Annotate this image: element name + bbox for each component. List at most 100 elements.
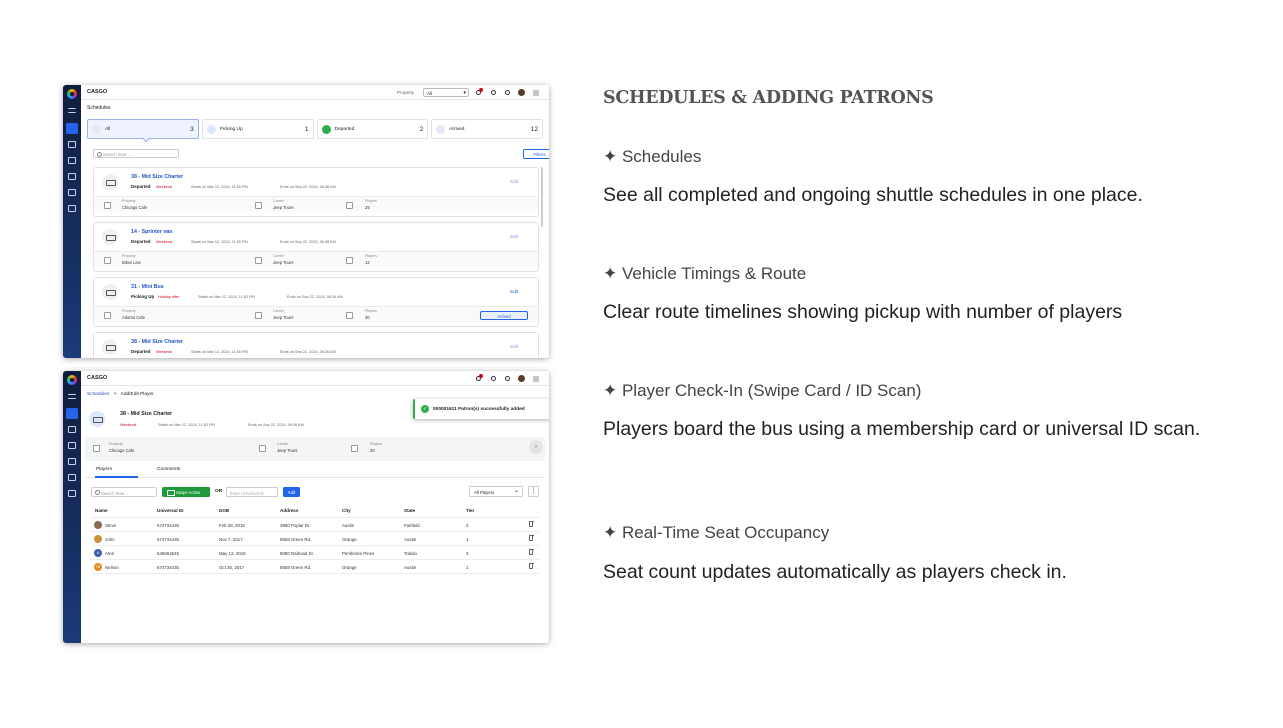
document-nav-icon[interactable]	[68, 157, 76, 164]
toast-message: 000001611 Patron(s) successfully added	[433, 406, 525, 412]
apps-grid-icon[interactable]	[533, 376, 539, 382]
status-card-picking-up[interactable]: Picking Up 1	[201, 119, 314, 139]
schedule-details: Property Chicago Cafe Carrier Jeep Tours…	[94, 196, 538, 212]
end-time: Ends on Sep 22, 2024, 06:36 AM	[287, 294, 343, 299]
edit-button[interactable]: Edit	[510, 234, 518, 239]
users-nav-icon[interactable]	[68, 173, 76, 180]
schedules-nav-icon[interactable]	[66, 408, 78, 419]
user-avatar[interactable]	[518, 88, 525, 96]
export-nav-icon[interactable]	[68, 205, 76, 212]
players-icon	[346, 202, 353, 209]
vehicle-name[interactable]: 38 - Mid Size Charter	[131, 174, 183, 180]
help-icon[interactable]	[491, 376, 496, 381]
players-value: 30	[365, 314, 370, 320]
vehicle-name[interactable]: 38 - Mid Size Charter	[131, 339, 183, 345]
player-avatar	[94, 520, 102, 529]
column-header[interactable]: Universal ID	[157, 508, 184, 513]
column-header[interactable]: State	[404, 508, 415, 513]
app-logo-icon	[67, 89, 77, 99]
column-header[interactable]: DOB	[219, 508, 229, 513]
settings-gear-icon[interactable]	[505, 376, 510, 381]
column-header[interactable]: Tier	[466, 508, 474, 513]
search-input[interactable]: Search here...	[93, 149, 179, 158]
swipe-active-button[interactable]: Swipe Active	[162, 487, 210, 497]
next-arrow-button[interactable]: ›	[529, 440, 543, 454]
start-time: Starts on Mar 12, 2024, 11:50 PM	[198, 294, 255, 299]
vehicle-name[interactable]: 14 - Sprinter van	[131, 229, 173, 235]
apps-grid-icon[interactable]	[533, 90, 539, 96]
player-tier: 3	[466, 550, 469, 556]
report-nav-icon[interactable]	[68, 474, 76, 481]
grid-nav-icon[interactable]	[68, 426, 76, 433]
schedule-tag: Weekend	[156, 184, 172, 189]
property-select[interactable]: All	[423, 88, 469, 97]
players-value: 25	[365, 204, 370, 210]
player-filter-select[interactable]: All Players	[469, 486, 523, 497]
player-dob: May 12, 2019	[219, 550, 246, 556]
status-card-all[interactable]: All 3	[87, 119, 199, 139]
users-nav-icon[interactable]	[68, 458, 76, 465]
filters-button[interactable]: Filters	[523, 149, 549, 159]
van-icon	[102, 229, 118, 245]
detail-label: Property	[122, 199, 136, 203]
app-logo-icon	[67, 375, 77, 385]
user-avatar[interactable]	[518, 374, 525, 382]
table-row[interactable]: TN Nelson 674734435 Oct 30, 2017 8558 Gr…	[91, 560, 539, 574]
status-card-departed[interactable]: Departed 2	[316, 119, 429, 139]
end-time: Ends on Sep 22, 2024, 06:36 AM	[280, 239, 336, 244]
help-icon[interactable]	[491, 90, 496, 95]
tab-players[interactable]: Players	[96, 467, 112, 472]
menu-icon[interactable]	[68, 108, 76, 113]
delete-trash-icon[interactable]	[528, 562, 534, 569]
edit-button[interactable]: Edit	[510, 289, 518, 294]
detail-label: Carrier	[277, 442, 288, 446]
edit-button[interactable]: Edit	[510, 179, 518, 184]
detail-label: Players	[365, 254, 377, 258]
delete-trash-icon[interactable]	[528, 534, 534, 541]
card-count: 12	[530, 126, 538, 133]
schedule-card[interactable]: 38 - Mid Size Charter Departed Weekend S…	[93, 167, 539, 217]
column-header[interactable]: Name	[95, 508, 108, 513]
schedule-tag: Weekend	[120, 423, 136, 427]
add-button[interactable]: Add	[283, 487, 300, 497]
status-card-arrived[interactable]: Arrived 12	[431, 119, 543, 139]
section-description: Clear route timelines showing pickup wit…	[603, 301, 1123, 323]
schedules-nav-icon[interactable]	[66, 123, 78, 134]
table-row[interactable]: John 674734435 Nov 7, 2017 8558 Green Rd…	[91, 532, 539, 546]
carrier-value: Jeep Tours	[273, 314, 294, 320]
document-nav-icon[interactable]	[68, 442, 76, 449]
breadcrumb-schedules-link[interactable]: Schedules	[87, 392, 109, 397]
detail-label: Carrier	[273, 309, 284, 313]
export-nav-icon[interactable]	[68, 490, 76, 497]
edit-button[interactable]: Edit	[510, 344, 518, 349]
player-state: Austin	[404, 536, 417, 542]
detail-label: Property	[109, 442, 123, 446]
minibus-icon	[102, 284, 118, 300]
menu-icon[interactable]	[68, 394, 76, 399]
table-row[interactable]: A Amit 546564545 May 12, 2019 8080 Railr…	[91, 546, 539, 560]
more-options-icon[interactable]: ⋮	[528, 486, 539, 497]
arrived-button[interactable]: Arrived	[480, 311, 528, 320]
vehicle-name[interactable]: 31 - Mini Bus	[131, 284, 164, 290]
delete-trash-icon[interactable]	[528, 520, 534, 527]
player-name: Amit	[105, 550, 114, 556]
player-search-input[interactable]: Search here...	[91, 487, 157, 497]
column-header[interactable]: Address	[280, 508, 298, 513]
report-nav-icon[interactable]	[68, 189, 76, 196]
scrollbar[interactable]	[541, 167, 543, 227]
grid-nav-icon[interactable]	[68, 141, 76, 148]
property-value: Chicago Cafe	[109, 448, 135, 453]
carrier-icon	[255, 257, 262, 264]
table-row[interactable]: Steve 674734435 Feb 28, 2018 3890 Poplar…	[91, 518, 539, 532]
universal-id-input[interactable]: Enter Universal ID	[226, 487, 278, 497]
carrier-icon	[255, 202, 262, 209]
player-city: Austin	[342, 522, 355, 528]
schedule-card[interactable]: 38 - Mid Size Charter Departed Weekend S…	[93, 332, 539, 358]
settings-gear-icon[interactable]	[505, 90, 510, 95]
detail-label: Players	[365, 309, 377, 313]
tab-comments[interactable]: Comments	[157, 467, 180, 472]
delete-trash-icon[interactable]	[528, 548, 534, 555]
schedule-card[interactable]: 31 - Mini Bus Picking Up Holiday offer S…	[93, 277, 539, 327]
schedule-card[interactable]: 14 - Sprinter van Departed Weekend Start…	[93, 222, 539, 272]
column-header[interactable]: City	[342, 508, 351, 513]
